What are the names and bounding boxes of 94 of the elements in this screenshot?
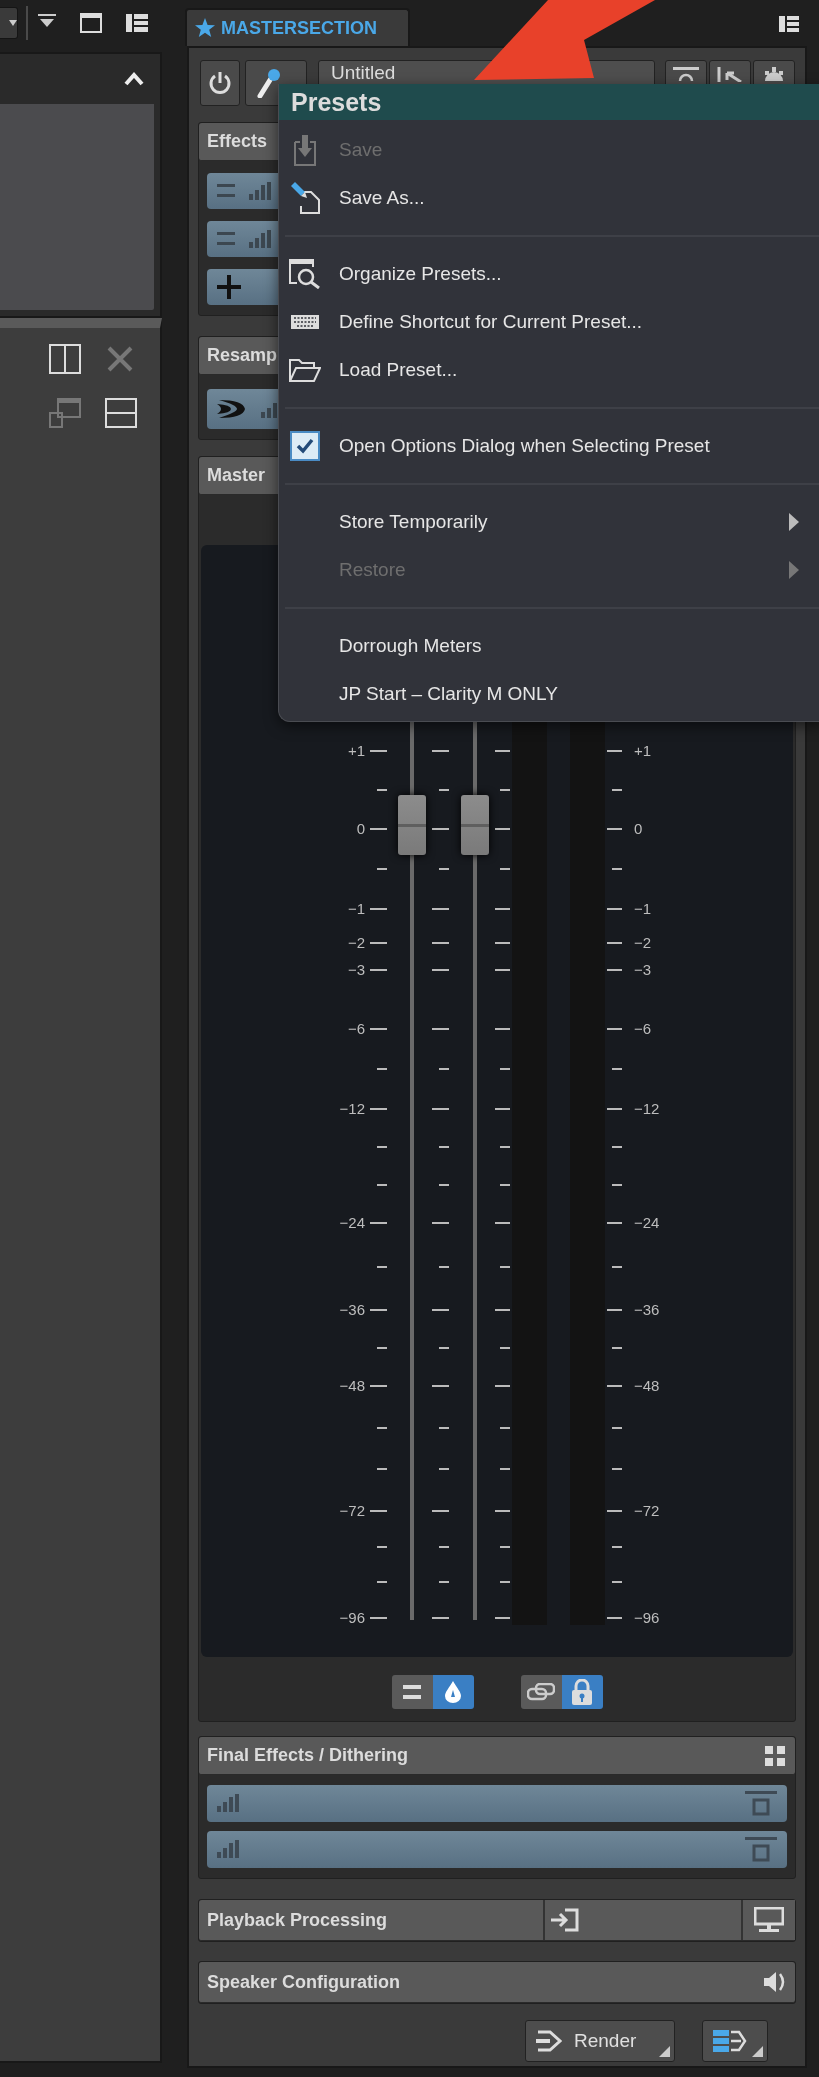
scale-label: −3 — [347, 961, 365, 979]
scale-label: −1 — [634, 900, 652, 918]
scale-label: −1 — [347, 900, 365, 918]
scale-label: −6 — [634, 1020, 652, 1038]
scale-label: −24 — [634, 1214, 660, 1232]
fader-thumb[interactable] — [398, 795, 426, 855]
scale-label: −12 — [339, 1100, 365, 1118]
input-icon — [551, 1908, 580, 1932]
lines-icon — [673, 67, 699, 81]
power-icon — [208, 71, 232, 95]
menu-item[interactable]: Define Shortcut for Current Preset... — [279, 298, 819, 346]
scale-label: −48 — [634, 1377, 660, 1395]
plus-icon — [217, 275, 241, 299]
back-arrow-icon — [717, 67, 743, 82]
drop-toggle[interactable] — [432, 1675, 474, 1709]
menu-item[interactable]: Load Preset... — [279, 346, 819, 394]
star-icon — [195, 18, 215, 38]
monitor-icon — [754, 1907, 784, 1933]
menu-item[interactable]: JP Start – Clarity M ONLY — [279, 670, 819, 718]
slot-remove-icon — [745, 1790, 777, 1817]
scale-label: −12 — [634, 1100, 660, 1118]
link-toggle[interactable] — [520, 1675, 562, 1709]
level-bars-icon — [217, 1793, 239, 1814]
scale-label: −36 — [339, 1301, 365, 1319]
microphone-icon — [256, 68, 282, 98]
scale-label: −96 — [634, 1609, 660, 1627]
menu-title: Presets — [279, 84, 819, 120]
layout-icon[interactable] — [779, 16, 799, 32]
scale-label: −48 — [339, 1377, 365, 1395]
scale-label: −2 — [347, 934, 365, 952]
list-export-icon — [713, 2029, 747, 2053]
scale-label: 0 — [634, 820, 643, 838]
submenu-arrow-icon — [789, 561, 799, 579]
chain-link-icon — [527, 1683, 555, 1701]
overlapping-windows-icon[interactable] — [49, 398, 81, 428]
section-title: Effects — [207, 131, 268, 152]
keyboard-icon — [291, 315, 319, 329]
export-list-button[interactable] — [702, 2020, 768, 2062]
fader-thumb[interactable] — [461, 795, 489, 855]
save-icon — [292, 134, 318, 166]
equals-icon — [403, 1685, 421, 1699]
scale-label: 0 — [356, 820, 365, 838]
layout-icon[interactable] — [126, 14, 148, 32]
folder-icon — [289, 357, 321, 383]
scale-label: −72 — [634, 1502, 660, 1520]
dropdown-button[interactable] — [0, 7, 18, 39]
menu-item[interactable]: Organize Presets... — [279, 250, 819, 298]
grid-icon[interactable] — [765, 1745, 785, 1766]
scale-label: −96 — [339, 1609, 365, 1627]
split-horizontal-icon[interactable] — [105, 398, 137, 428]
caret-down-icon — [9, 19, 17, 27]
organize-icon — [289, 259, 321, 289]
drop-icon — [445, 1681, 461, 1703]
swoosh-icon — [217, 398, 247, 420]
slot-remove-icon — [745, 1836, 777, 1863]
menu-item[interactable]: Dorrough Meters — [279, 622, 819, 670]
chevron-up-icon[interactable] — [124, 72, 144, 86]
menu-item[interactable]: Open Options Dialog when Selecting Preset — [279, 422, 819, 470]
level-bars-icon — [217, 1839, 239, 1860]
section-title: Speaker Configuration — [207, 1971, 401, 1993]
list-icon — [217, 232, 235, 246]
render-button[interactable]: Render — [525, 2020, 675, 2062]
scale-label: −24 — [339, 1214, 365, 1232]
section-title: Final Effects / Dithering — [207, 1745, 409, 1766]
scale-label: −36 — [634, 1301, 660, 1319]
level-bars-icon — [249, 182, 271, 200]
save-as-icon — [289, 182, 321, 214]
menu-item[interactable]: Store Temporarily — [279, 498, 819, 546]
lock-toggle[interactable] — [561, 1675, 603, 1709]
submenu-arrow-icon — [789, 513, 799, 531]
list-icon — [217, 184, 235, 198]
render-icon — [536, 2030, 562, 2052]
equal-toggle[interactable] — [391, 1675, 433, 1709]
monitor-button[interactable] — [741, 1900, 795, 1940]
power-button[interactable] — [200, 60, 240, 106]
scale-label: +1 — [634, 742, 652, 760]
section-title: Playback Processing — [207, 1909, 388, 1931]
section-title: Master — [207, 465, 266, 486]
scale-label: −3 — [634, 961, 652, 979]
scale-label: +1 — [347, 742, 365, 760]
padlock-icon — [571, 1679, 593, 1705]
level-bars-icon — [249, 230, 271, 248]
scale-label: −6 — [347, 1020, 365, 1038]
menu-item[interactable]: Save As... — [279, 174, 819, 222]
tab[interactable]: MASTERSECTION — [185, 8, 410, 46]
window-icon[interactable] — [80, 13, 102, 33]
close-icon[interactable] — [105, 344, 135, 374]
speaker-icon[interactable] — [763, 1970, 787, 1994]
scale-label: −72 — [339, 1502, 365, 1520]
split-vertical-icon[interactable] — [49, 344, 81, 374]
section-title: Resamp — [207, 345, 278, 366]
scale-label: −2 — [634, 934, 652, 952]
checkmark-icon — [296, 438, 314, 454]
checkbox[interactable] — [290, 431, 320, 461]
